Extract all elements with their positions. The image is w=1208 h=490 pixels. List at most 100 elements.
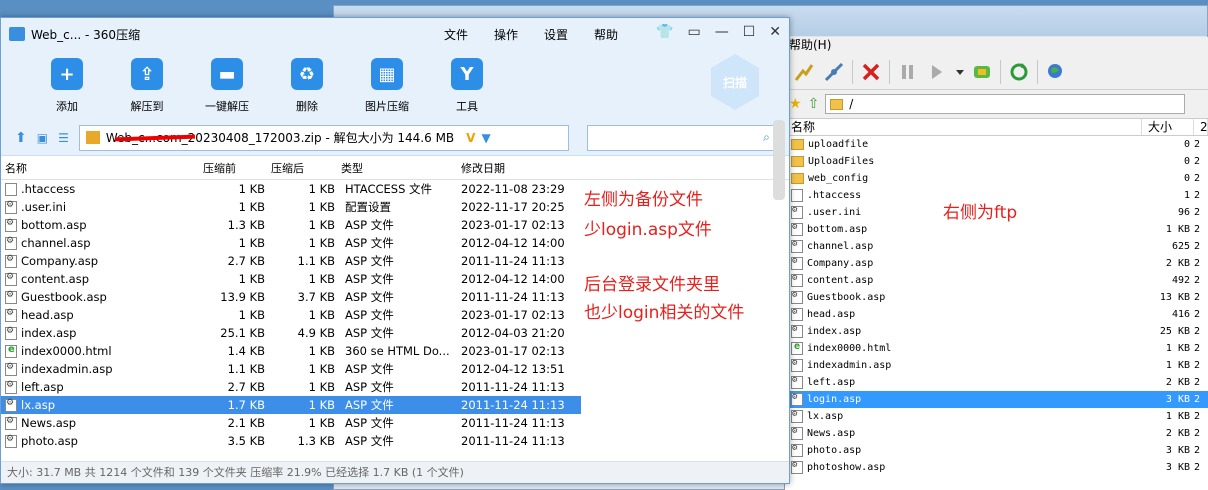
tool-button-0[interactable]: + 添加 [27,50,107,114]
zip-file-row[interactable]: Company.asp 2.7 KB 1.1 KB ASP 文件 2011-11-24 … [1,252,581,270]
feedback-icon[interactable]: ▭ [687,24,700,40]
file-name-cell: .user.ini [1,200,199,214]
zip-path-bar[interactable]: Web_c...com_20230408_172003.zip - 解包大小为 … [78,124,569,151]
connect-icon[interactable] [819,57,849,87]
app-logo-icon [9,27,25,41]
menu-help[interactable]: 帮助 [594,26,618,43]
pause-icon[interactable] [893,57,923,87]
zip-file-row[interactable]: .htaccess 1 KB 1 KB HTACCESS 文件 2022-11-08 2… [1,180,581,198]
tool-button-3[interactable]: ♻ 删除 [267,50,347,114]
file-name: .htaccess [21,182,76,196]
ftp-file-row[interactable]: index0000.html 1 KB 2 [785,340,1208,357]
zip-file-row[interactable]: head.asp 1 KB 1 KB ASP 文件 2023-01-17 02:13 [1,306,581,324]
ftp-file-row[interactable]: indexadmin.asp 1 KB 2 [785,357,1208,374]
zip-file-row[interactable]: channel.asp 1 KB 1 KB ASP 文件 2012-04-12 14:0… [1,234,581,252]
tool-button-2[interactable]: ▬ 一键解压 [187,50,267,114]
asp-file-icon [5,236,17,250]
file-name-cell: index.asp [1,326,199,340]
ftp-name-cell: photo.asp [785,443,1142,457]
ftp-date-cell: 2 [1194,309,1201,320]
zip-file-row[interactable]: Guestbook.asp 13.9 KB 3.7 KB ASP 文件 2011-11-… [1,288,581,306]
disconnect-icon[interactable] [789,57,819,87]
zip-file-row[interactable]: lx.asp 1.7 KB 1 KB ASP 文件 2011-11-24 11:13 [1,396,581,414]
maximize-button[interactable]: ☐ [743,24,756,40]
ftp-size-cell: 492 [1171,275,1190,286]
tool-button-5[interactable]: Y 工具 [427,50,507,114]
globe-icon[interactable] [1041,57,1071,87]
zip-file-row[interactable]: content.asp 1 KB 1 KB ASP 文件 2012-04-12 14:0… [1,270,581,288]
size-before-cell: 2.7 KB [227,380,265,394]
col-before[interactable]: 压缩前 [199,160,267,179]
close-button[interactable]: ✕ [769,24,781,40]
ftp-file-row[interactable]: UploadFiles 0 2 [785,153,1208,170]
ftp-size-cell: 1 KB [1165,360,1190,371]
ftp-col-size[interactable]: 大小 [1142,119,1194,135]
zip-file-row[interactable]: bottom.asp 1.3 KB 1 KB ASP 文件 2023-01-17 02:… [1,216,581,234]
transfer-icon[interactable] [923,57,953,87]
zip-file-row[interactable]: News.asp 2.1 KB 1 KB ASP 文件 2011-11-24 11:13 [1,414,581,432]
search-input[interactable]: ⌕ [586,124,777,151]
ftp-file-row[interactable]: News.asp 2 KB 2 [785,425,1208,442]
dropdown-icon[interactable] [953,57,967,87]
ftp-file-row[interactable]: photoshow.asp 3 KB 2 [785,459,1208,476]
col-date[interactable]: 修改日期 [457,160,577,179]
menu-settings[interactable]: 设置 [544,26,568,43]
scrollbar-thumb[interactable] [773,120,785,200]
scan-button[interactable]: 扫描 [711,54,759,110]
ftp-path-input[interactable]: / [825,94,1186,114]
ftp-col-date[interactable]: 2 [1194,119,1208,135]
ftp-file-row[interactable]: login.asp 3 KB 2 [785,391,1208,408]
menu-operate[interactable]: 操作 [494,26,518,43]
stop-icon[interactable] [856,57,886,87]
skin-icon[interactable]: 👕 [656,24,673,40]
ftp-file-row[interactable]: head.asp 416 2 [785,306,1208,323]
ftp-file-row[interactable]: channel.asp 625 2 [785,238,1208,255]
col-after[interactable]: 压缩后 [267,160,337,179]
zip-file-row[interactable]: index.asp 25.1 KB 4.9 KB ASP 文件 2012-04-03 2… [1,324,581,342]
file-name: head.asp [21,308,74,322]
zip-file-row[interactable]: .user.ini 1 KB 1 KB 配置设置 2022-11-17 20:25 [1,198,581,216]
zip-file-row[interactable]: index0000.html 1.4 KB 1 KB 360 se HTML Do..… [1,342,581,360]
refresh-icon[interactable] [1004,57,1034,87]
search-icon[interactable]: ⌕ [763,130,770,145]
file-name-cell: lx.asp [1,398,199,412]
ftp-file-row[interactable]: left.asp 2 KB 2 [785,374,1208,391]
ftp-file-name: web_config [808,173,869,184]
size-after-cell: 1 KB [308,398,335,412]
tool-label: 添加 [56,100,78,113]
parent-folder-icon[interactable]: ⇧ [808,96,820,112]
zip-file-row[interactable]: indexadmin.asp 1.1 KB 1 KB ASP 文件 2012-04-12… [1,360,581,378]
ftp-file-row[interactable]: uploadfile 0 2 [785,136,1208,153]
ftp-file-row[interactable]: Company.asp 2 KB 2 [785,255,1208,272]
ftp-date-cell: 2 [1194,394,1201,405]
minimize-button[interactable]: — [715,24,729,40]
ftp-file-row[interactable]: lx.asp 1 KB 2 [785,408,1208,425]
ftp-file-row[interactable]: content.asp 492 2 [785,272,1208,289]
date-cell: 2023-01-17 02:13 [461,218,565,232]
col-name[interactable]: 名称 [1,160,199,179]
chevron-down-icon[interactable]: ▼ [481,131,490,145]
folder-icon [791,139,804,150]
file-name: Guestbook.asp [21,290,107,304]
tool-button-1[interactable]: ⇪ 解压到 [107,50,187,114]
ftp-file-row[interactable]: web_config 0 2 [785,170,1208,187]
zip-file-row[interactable]: photo.asp 3.5 KB 1.3 KB ASP 文件 2011-11-24 11… [1,432,581,450]
ftp-col-name[interactable]: 名称 [785,119,1142,135]
ftp-file-row[interactable]: Guestbook.asp 13 KB 2 [785,289,1208,306]
up-arrow-icon[interactable]: ⬆ [15,130,27,146]
list-view-icon[interactable]: ☰ [58,131,69,145]
html-file-icon [5,344,17,358]
ftp-file-row[interactable]: photo.asp 3 KB 2 [785,442,1208,459]
zip-file-row[interactable]: left.asp 2.7 KB 1 KB ASP 文件 2011-11-24 11:13 [1,378,581,396]
asp-file-icon [5,416,17,430]
tool-button-4[interactable]: ▦ 图片压缩 [347,50,427,114]
ftp-menu-help[interactable]: 帮助(H) [785,37,1208,54]
verify-icon: V [466,130,476,145]
menu-file[interactable]: 文件 [444,26,468,43]
sync-browse-icon[interactable] [967,57,997,87]
thumbnail-view-icon[interactable]: ▣ [37,131,48,145]
ftp-file-row[interactable]: index.asp 25 KB 2 [785,323,1208,340]
col-type[interactable]: 类型 [337,160,457,179]
favorite-star-icon[interactable]: ★ [789,96,802,112]
file-name: News.asp [21,416,77,430]
